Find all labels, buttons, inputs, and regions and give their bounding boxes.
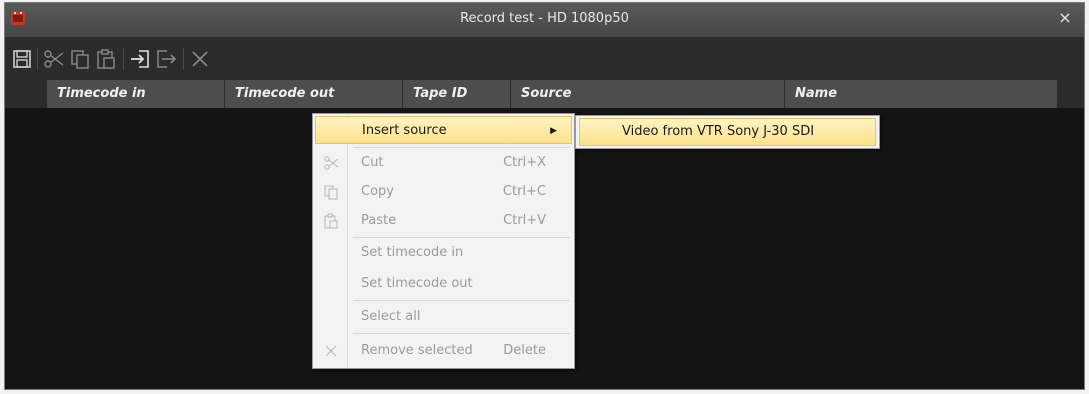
- toolbar: [5, 38, 1084, 80]
- window-title: Record test - HD 1080p50: [460, 11, 629, 26]
- column-timecode-in[interactable]: Timecode in: [47, 80, 225, 108]
- delete-icon[interactable]: [189, 48, 211, 70]
- toolbar-separator: [37, 48, 38, 70]
- import-icon[interactable]: [129, 48, 151, 70]
- cut-icon[interactable]: [43, 48, 65, 70]
- column-source[interactable]: Source: [511, 80, 785, 108]
- menu-item-set-timecode-in[interactable]: Set timecode in: [313, 239, 574, 267]
- menu-separator: [353, 300, 570, 301]
- export-icon[interactable]: [155, 48, 177, 70]
- menu-item-shortcut: Delete: [503, 343, 546, 358]
- title-bar[interactable]: Record test - HD 1080p50 ×: [5, 3, 1084, 38]
- cut-icon: [324, 156, 339, 170]
- menu-item-paste[interactable]: Paste Ctrl+V: [313, 207, 574, 235]
- paste-icon[interactable]: [95, 48, 117, 70]
- menu-item-label: Set timecode out: [361, 276, 473, 291]
- menu-item-cut[interactable]: Cut Ctrl+X: [313, 149, 574, 177]
- menu-item-shortcut: Ctrl+X: [503, 155, 546, 170]
- toolbar-separator: [123, 48, 124, 70]
- menu-item-shortcut: Ctrl+C: [502, 184, 546, 199]
- copy-icon: [324, 185, 338, 200]
- menu-item-select-all[interactable]: Select all: [313, 303, 574, 331]
- menu-item-label: Select all: [361, 309, 421, 324]
- menu-item-set-timecode-out[interactable]: Set timecode out: [313, 270, 574, 298]
- menu-item-copy[interactable]: Copy Ctrl+C: [313, 178, 574, 206]
- paste-icon: [324, 213, 338, 229]
- menu-item-label: Remove selected: [361, 343, 473, 358]
- menu-separator: [353, 237, 570, 238]
- menu-separator: [353, 333, 570, 334]
- context-menu: Insert source ▶ Cut Ctrl+X Copy Ctrl+C P…: [312, 113, 575, 369]
- menu-item-remove-selected[interactable]: Remove selected Delete: [313, 337, 574, 365]
- copy-icon[interactable]: [69, 48, 91, 70]
- menu-item-label: Cut: [361, 155, 384, 170]
- column-timecode-out[interactable]: Timecode out: [225, 80, 403, 108]
- toolbar-separator: [183, 48, 184, 70]
- menu-item-shortcut: Ctrl+V: [503, 213, 546, 228]
- column-name[interactable]: Name: [785, 80, 1058, 108]
- delete-icon: [325, 345, 337, 357]
- menu-separator: [353, 147, 570, 148]
- submenu-arrow-icon: ▶: [550, 126, 557, 136]
- menu-item-label: Insert source: [362, 123, 447, 138]
- save-icon[interactable]: [11, 48, 33, 70]
- menu-item-label: Copy: [361, 184, 394, 199]
- menu-item-insert-source[interactable]: Insert source ▶: [315, 116, 572, 144]
- column-header-row: Timecode in Timecode out Tape ID Source …: [5, 80, 1084, 108]
- insert-source-submenu: Video from VTR Sony J-30 SDI: [575, 115, 880, 149]
- submenu-item-video-source[interactable]: Video from VTR Sony J-30 SDI: [579, 118, 876, 146]
- menu-item-label: Paste: [361, 213, 397, 228]
- close-icon[interactable]: ×: [1056, 9, 1074, 27]
- column-tape-id[interactable]: Tape ID: [403, 80, 511, 108]
- menu-item-label: Set timecode in: [361, 245, 464, 260]
